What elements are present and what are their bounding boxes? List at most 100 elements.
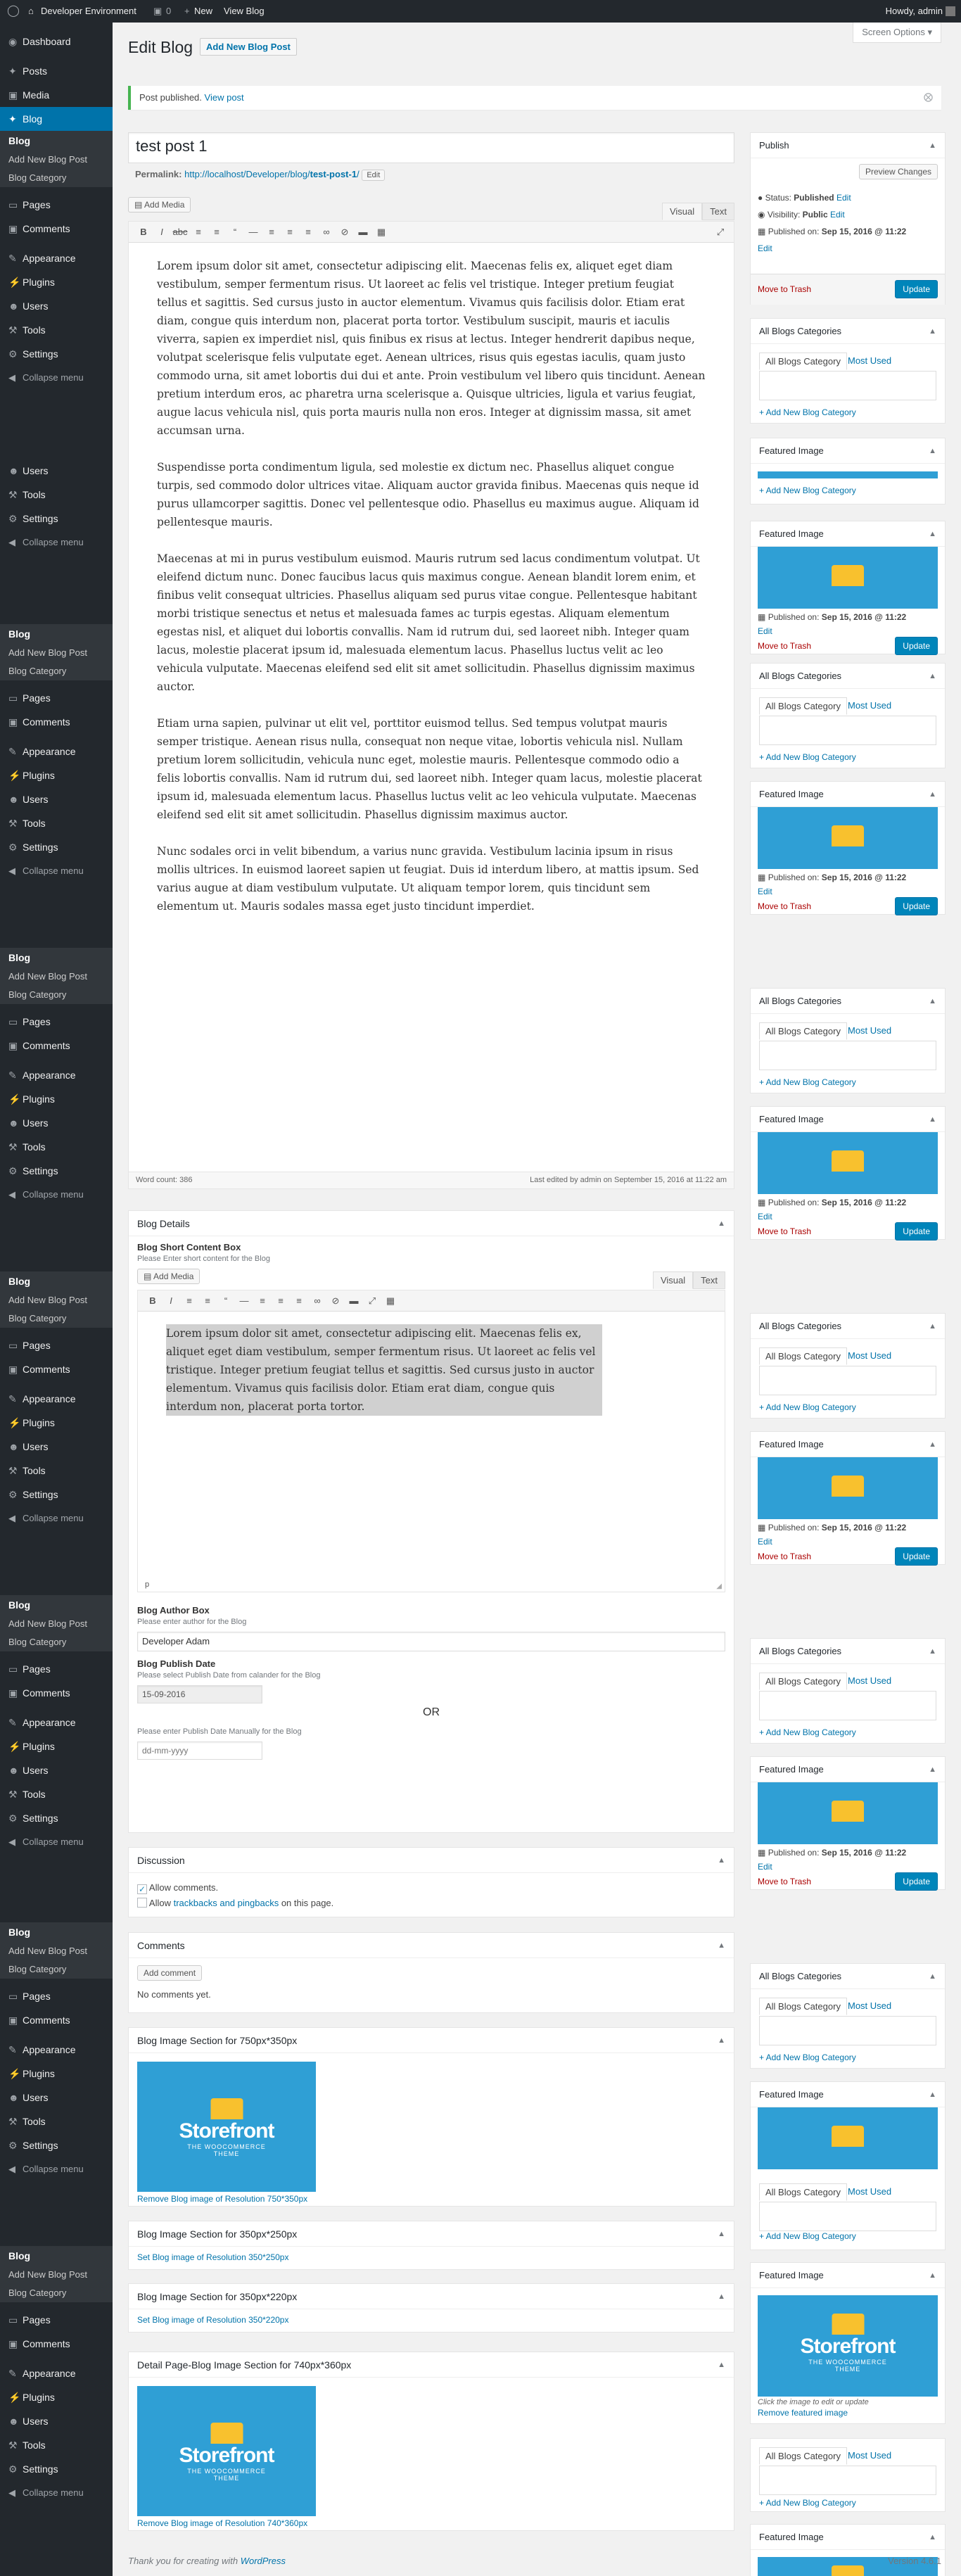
menu-item-tools[interactable]: ⚒ Tools	[0, 2109, 113, 2133]
tab-visual[interactable]: Visual	[661, 203, 703, 220]
comment-bubble-icon[interactable]: ▣	[153, 0, 162, 23]
collapse-menu-button[interactable]: ◀ Collapse menu	[0, 1830, 113, 1854]
collapse-menu-button[interactable]: ◀ Collapse menu	[0, 1183, 113, 1207]
featured-image-header[interactable]: Featured Image ▲	[751, 438, 945, 464]
collapse-menu-button[interactable]: ◀ Collapse menu	[0, 531, 113, 554]
add-new-category-link[interactable]: + Add New Blog Category	[759, 407, 856, 417]
submenu-blog-category[interactable]: Blog Category	[0, 169, 113, 187]
dismiss-notice-icon[interactable]: ⨂	[924, 91, 933, 103]
featured-image-thumbnail[interactable]	[758, 1457, 938, 1519]
edit-visibility-link[interactable]: Edit	[830, 210, 845, 220]
categories-header[interactable]: All Blogs Categories ▲	[751, 1639, 945, 1664]
collapse-menu-button[interactable]: ◀ Collapse menu	[0, 366, 113, 390]
featured-image-header[interactable]: Featured Image ▲	[751, 2082, 945, 2107]
tab-all-categories[interactable]: All Blogs Category	[759, 1673, 847, 1690]
featured-image-header[interactable]: Featured Image ▲	[751, 1107, 945, 1132]
submenu-blog-title[interactable]: Blog	[0, 1595, 113, 1615]
fullscreen-icon[interactable]: ⤢	[363, 1293, 381, 1309]
toolbar-toggle-icon[interactable]: ▦	[381, 1293, 400, 1309]
edit-date-link[interactable]: Edit	[758, 626, 772, 636]
menu-item-settings[interactable]: ⚙ Settings	[0, 1159, 113, 1183]
menu-item-settings[interactable]: ⚙ Settings	[0, 1806, 113, 1830]
comments-header[interactable]: Comments ▲	[129, 1933, 734, 1958]
image-section-header[interactable]: Blog Image Section for 350px*250px ▲	[129, 2221, 734, 2247]
categories-header[interactable]: All Blogs Categories ▲	[751, 1964, 945, 1989]
collapse-arrow-icon[interactable]: ▲	[929, 1107, 936, 1132]
link-icon[interactable]: ∞	[317, 224, 336, 240]
set-350x250-image-link[interactable]: Set Blog image of Resolution 350*250px	[137, 2252, 288, 2262]
category-checklist[interactable]	[759, 716, 936, 745]
menu-item-users[interactable]: ☻ Users	[0, 787, 113, 811]
tab-most-used[interactable]: Most Used	[842, 1998, 897, 2014]
menu-item-pages[interactable]: ▭ Pages	[0, 1984, 113, 2008]
resize-handle-icon[interactable]: ◢	[716, 1582, 722, 1590]
submenu-blog-title[interactable]: Blog	[0, 131, 113, 151]
allow-comments-checkbox[interactable]: ✓	[137, 1884, 147, 1894]
collapse-arrow-icon[interactable]: ▲	[929, 989, 936, 1014]
menu-item-plugins[interactable]: ⚡ Plugins	[0, 2062, 113, 2086]
numbered-list-icon[interactable]: ≡	[198, 1293, 217, 1309]
strikethrough-icon[interactable]: abc	[171, 224, 189, 240]
edit-date-link[interactable]: Edit	[758, 1537, 772, 1547]
category-checklist[interactable]	[759, 1691, 936, 1720]
plus-icon[interactable]: +	[184, 0, 190, 23]
move-to-trash-link[interactable]: Move to Trash	[758, 284, 811, 294]
collapse-arrow-icon[interactable]: ▲	[929, 1964, 936, 1989]
short-editor-content[interactable]: Lorem ipsum dolor sit amet, consectetur …	[138, 1312, 725, 1416]
menu-item-comments[interactable]: ▣ Comments	[0, 1357, 113, 1381]
collapse-arrow-icon[interactable]: ▲	[929, 1314, 936, 1339]
tab-all-categories[interactable]: All Blogs Category	[759, 2183, 847, 2201]
tab-most-used[interactable]: Most Used	[842, 1022, 897, 1039]
read-more-icon[interactable]: ▬	[354, 224, 372, 240]
italic-icon[interactable]: I	[153, 224, 171, 240]
wordpress-logo-icon[interactable]: ◯	[7, 0, 20, 23]
tab-all-categories[interactable]: All Blogs Category	[759, 1022, 847, 1040]
submenu-add-new-blog-post[interactable]: Add New Blog Post	[0, 2266, 113, 2284]
edit-date-link[interactable]: Edit	[758, 243, 772, 253]
permalink-link[interactable]: http://localhost/Developer/blog/test-pos…	[184, 169, 359, 179]
screen-options-button[interactable]: Screen Options ▾	[853, 23, 941, 43]
menu-item-tools[interactable]: ⚒ Tools	[0, 1782, 113, 1806]
align-center-icon[interactable]: ≡	[281, 224, 299, 240]
submenu-blog-title[interactable]: Blog	[0, 1922, 113, 1942]
add-new-category-link[interactable]: + Add New Blog Category	[759, 2498, 856, 2508]
add-comment-button[interactable]: Add comment	[137, 1965, 203, 1981]
menu-item-pages[interactable]: ▭ Pages	[0, 193, 113, 217]
collapse-menu-button[interactable]: ◀ Collapse menu	[0, 1506, 113, 1530]
bulleted-list-icon[interactable]: ≡	[189, 224, 208, 240]
collapse-arrow-icon[interactable]: ▲	[929, 664, 936, 689]
collapse-arrow-icon[interactable]: ▲	[929, 2525, 936, 2550]
submenu-blog-title[interactable]: Blog	[0, 948, 113, 967]
submenu-add-new-blog-post[interactable]: Add New Blog Post	[0, 1942, 113, 1960]
numbered-list-icon[interactable]: ≡	[208, 224, 226, 240]
menu-item-appearance[interactable]: ✎ Appearance	[0, 2361, 113, 2385]
trackbacks-link[interactable]: trackbacks and pingbacks	[174, 1898, 279, 1908]
preview-changes-button[interactable]: Preview Changes	[858, 164, 938, 179]
italic-icon[interactable]: I	[162, 1293, 180, 1309]
edit-date-link[interactable]: Edit	[758, 887, 772, 896]
collapse-arrow-icon[interactable]: ▲	[929, 1432, 936, 1457]
move-to-trash-link[interactable]: Move to Trash	[758, 1226, 811, 1236]
add-new-blog-post-button[interactable]: Add New Blog Post	[200, 38, 297, 56]
categories-header[interactable]: All Blogs Categories ▲	[751, 319, 945, 344]
category-checklist[interactable]	[759, 2466, 936, 2495]
author-input[interactable]: Developer Adam	[137, 1632, 725, 1651]
blockquote-icon[interactable]: “	[226, 224, 244, 240]
edit-date-link[interactable]: Edit	[758, 1212, 772, 1222]
view-blog-link[interactable]: View Blog	[224, 0, 265, 23]
tab-most-used[interactable]: Most Used	[842, 1673, 897, 1689]
menu-item-plugins[interactable]: ⚡ Plugins	[0, 763, 113, 787]
menu-item-plugins[interactable]: ⚡ Plugins	[0, 1411, 113, 1435]
submenu-blog-title[interactable]: Blog	[0, 1271, 113, 1291]
view-post-link[interactable]: View post	[205, 92, 244, 103]
menu-item-plugins[interactable]: ⚡ Plugins	[0, 1087, 113, 1111]
collapse-menu-button[interactable]: ◀ Collapse menu	[0, 2157, 113, 2181]
menu-item-users[interactable]: ☻ Users	[0, 1111, 113, 1135]
fullscreen-icon[interactable]: ⤢	[711, 224, 730, 240]
collapse-arrow-icon[interactable]: ▲	[929, 1757, 936, 1782]
featured-image-thumbnail[interactable]	[758, 1782, 938, 1844]
menu-item-plugins[interactable]: ⚡ Plugins	[0, 2385, 113, 2409]
menu-item-users[interactable]: ☻ Users	[0, 2409, 113, 2433]
add-new-category-link[interactable]: + Add New Blog Category	[759, 1727, 856, 1737]
submenu-add-new-blog-post[interactable]: Add New Blog Post	[0, 967, 113, 986]
